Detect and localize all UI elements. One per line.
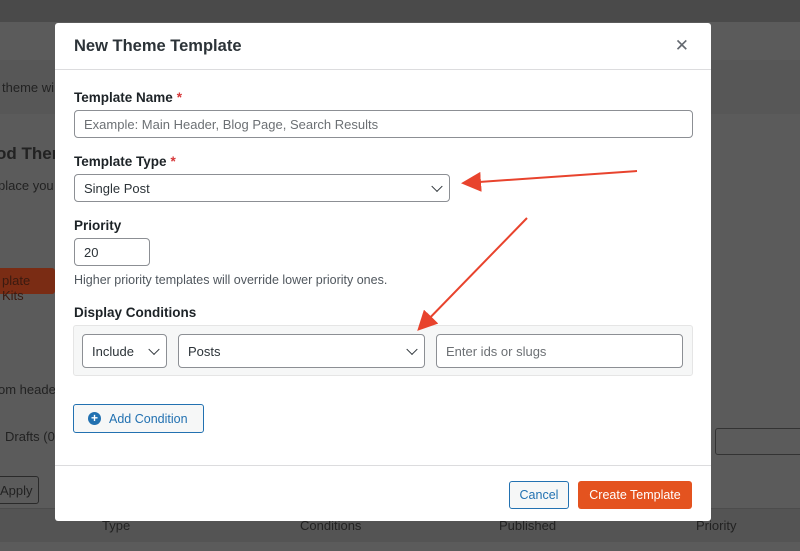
selected-value: Include [92,343,134,359]
selected-value: Posts [188,343,221,359]
chevron-down-icon [406,343,418,356]
priority-input[interactable]: 20 [74,238,150,266]
bg-text: om heade [0,382,56,397]
bg-text: place you [0,178,54,193]
template-type-select[interactable]: Single Post [74,174,450,202]
plus-circle-icon: + [88,412,101,425]
template-type-label: Template Type * [74,154,176,169]
cancel-button[interactable]: Cancel [509,481,569,509]
template-kits-button: plate Kits [0,268,55,303]
placeholder: Enter ids or slugs [446,343,547,359]
condition-row: Include Posts Enter ids or slugs [73,325,693,376]
button-label: Add Condition [109,411,188,426]
include-select[interactable]: Include [82,334,167,368]
chevron-down-icon [148,343,160,356]
bg-text: theme wi [2,80,55,95]
dialog-header: New Theme Template ✕ [55,23,711,70]
apply-button: Apply [0,476,39,504]
dialog-footer-divider [55,465,711,466]
drafts-filter: Drafts (0 [5,429,55,444]
chevron-down-icon [431,180,443,193]
template-name-input[interactable]: Example: Main Header, Blog Page, Search … [74,110,693,138]
new-theme-template-dialog: New Theme Template ✕ Template Name * Exam… [55,23,711,521]
ids-input[interactable]: Enter ids or slugs [436,334,683,368]
admin-bar [0,0,800,22]
label-text: Template Type [74,154,167,169]
required-marker: * [176,90,183,105]
priority-label: Priority [74,218,122,233]
create-template-button[interactable]: Create Template [578,481,692,509]
display-conditions-label: Display Conditions [74,305,197,320]
placeholder: Example: Main Header, Blog Page, Search … [84,116,379,132]
label-text: Template Name [74,90,173,105]
dialog-title: New Theme Template [74,37,242,55]
priority-hint: Higher priority templates will override … [74,273,388,287]
close-icon[interactable]: ✕ [675,36,689,56]
add-condition-button[interactable]: + Add Condition [73,404,204,433]
template-name-label: Template Name * [74,90,182,105]
search-input-bg [715,428,800,455]
required-marker: * [170,154,176,169]
condition-target-select[interactable]: Posts [178,334,425,368]
selected-value: Single Post [84,180,150,196]
